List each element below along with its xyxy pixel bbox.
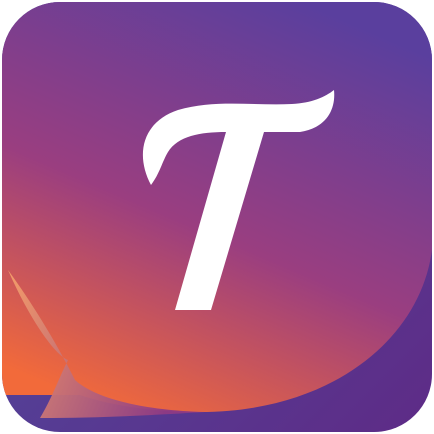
app-icon[interactable]: [0, 0, 434, 434]
app-icon-graphic: [2, 2, 432, 432]
